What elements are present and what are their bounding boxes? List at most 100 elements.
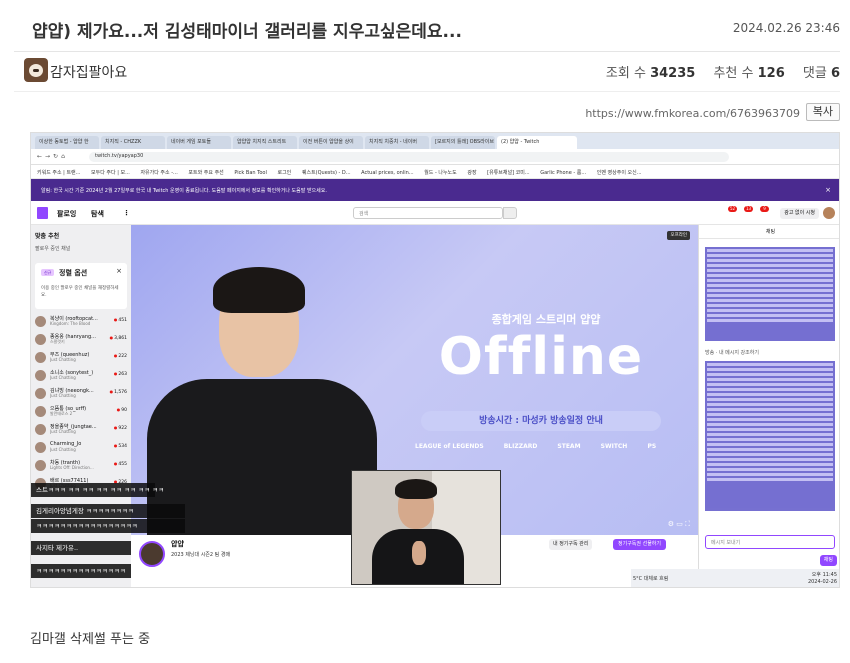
browser-tab-active[interactable]: (2) 얍얍 - Twitch <box>497 136 577 149</box>
notification-badge[interactable]: 13 <box>744 206 753 212</box>
twitch-search-input[interactable]: 검색 <box>353 207 503 219</box>
bookmark-item[interactable]: Garlic Phone - 룸... <box>540 170 586 176</box>
bookmark-item[interactable]: 월드 - 나누노도 <box>424 170 457 176</box>
comments-count: 6 <box>830 66 840 81</box>
channel-game: Just Chatting <box>50 429 76 434</box>
nav-following[interactable]: 팔로잉 <box>57 209 76 219</box>
channel-name[interactable]: 얍얍 <box>171 539 184 549</box>
manage-subscription-button[interactable]: 내 정기구독 관리 <box>549 539 593 550</box>
twitch-topnav: 팔로잉 탐색 ⋮ 검색 52 13 9 광고 없이 시청 <box>31 201 839 225</box>
chat-messages-highlighted <box>705 361 835 511</box>
channel-viewers: 263 <box>114 371 127 377</box>
channel-avatar <box>35 460 46 471</box>
bookmark-item[interactable]: 모두다 주다 | 모... <box>91 170 130 176</box>
channel-game: Lights Off: Direction... <box>50 465 94 470</box>
browser-tab[interactable]: 이전 버튼이 얍얍을 상이 <box>299 136 363 149</box>
user-avatar[interactable] <box>823 207 835 219</box>
sidebar-channel[interactable]: 소니소 (sonytest_)Just Chatting263 <box>35 369 127 383</box>
channel-game: 스팔럿키 <box>50 339 65 344</box>
banner-headline: 종합게임 스트리머 얍얍 <box>491 313 601 326</box>
search-icon[interactable] <box>503 207 517 219</box>
views-label: 조회 수 <box>605 66 646 81</box>
channel-viewers: 90 <box>117 407 127 413</box>
offline-text: Offline <box>438 327 644 387</box>
browser-nav-icons[interactable]: ←→↻⌂ <box>37 153 68 160</box>
sidebar-channel[interactable]: 무즈 (queenhuz)Just Chatting222 <box>35 351 127 365</box>
bookmark-item[interactable]: 키워드 주소 | 트랜... <box>37 170 80 176</box>
schedule-pill: 방송시간 : 마성카 방송일정 안내 <box>421 411 661 431</box>
channel-avatar[interactable] <box>139 541 165 567</box>
lol-logo: LEAGUE of LEGENDS <box>415 443 484 450</box>
channel-game: Just Chatting <box>50 447 76 452</box>
channel-game: Just Chatting <box>50 375 76 380</box>
playstation-logo: PS <box>647 443 657 450</box>
clock-time: 오후 11:45 <box>811 572 837 578</box>
close-icon[interactable]: × <box>116 267 122 275</box>
bookmark-item[interactable]: 광장 <box>467 170 476 176</box>
browser-tab[interactable]: 이상한 동토법 - 얍얍 한 <box>35 136 99 149</box>
sidebar-channel[interactable]: 복냥이 (rooftopcat...Kingdom: The Blood451 <box>35 315 127 329</box>
channel-avatar <box>35 352 46 363</box>
chat-messages-highlighted <box>705 247 835 341</box>
browser-tab[interactable]: 얍얍얍 치지직 스트리트 <box>233 136 297 149</box>
sort-options-title: 정렬 옵션 <box>59 269 88 277</box>
streamer-photo <box>147 267 377 535</box>
bookmark-item[interactable]: [유튜브채널] 코미... <box>487 170 529 176</box>
chat-header: 채팅 <box>699 225 839 239</box>
bookmarks-bar: 키워드 주소 | 트랜... 모두다 주다 | 모... 자유가다 주소 -..… <box>31 165 839 179</box>
system-clock: 오후 11:45 2024-02-26 <box>808 572 837 586</box>
author-name[interactable]: 감자집팔아요 <box>50 62 127 82</box>
channel-avatar <box>35 334 46 345</box>
sort-options-desc: 이용 중인 팔로우 중인 채널을 재정렬하세요. <box>41 286 119 298</box>
browser-url[interactable]: twitch.tv/yapyap30 <box>89 152 729 162</box>
bookmark-item[interactable]: 인벤 영상주이 오신... <box>597 170 642 176</box>
browser-tab[interactable]: 치지직 치중치 - 네이버 <box>365 136 429 149</box>
chat-overlay-line: 사지타 제가유.. <box>31 541 131 555</box>
sidebar-channel[interactable]: 으뜸통 (so_urff)발란태로스 290 <box>35 405 127 419</box>
bookmark-item[interactable]: 로그인 <box>277 170 291 176</box>
notice-text: 알림: 한국 시간 기준 2024년 2월 27일부로 한국 내 Twitch … <box>41 188 327 194</box>
browser-tab[interactable]: 네이버 게임 포토들 <box>167 136 231 149</box>
sort-options-card[interactable]: 신규 정렬 옵션 × 이용 중인 팔로우 중인 채널을 재정렬하세요. <box>35 263 127 309</box>
twitch-notice-banner: 알림: 한국 시간 기준 2024년 2월 27일부로 한국 내 Twitch … <box>31 179 839 201</box>
post-stats: 조회 수 34235 추천 수 126 댓글 6 <box>606 62 840 81</box>
sidebar-channel[interactable]: 정을종약_(jungtae...Just Chatting922 <box>35 423 127 437</box>
notification-badge[interactable]: 9 <box>760 206 769 212</box>
channel-viewers: 1,576 <box>110 389 127 395</box>
bookmark-item[interactable]: Actual prices, onlin... <box>361 170 413 176</box>
notification-badge[interactable]: 52 <box>728 206 737 212</box>
sidebar-channel[interactable]: 종옹옹 (hanryang...스팔럿키3,861 <box>35 333 127 347</box>
sidebar-channel[interactable]: Charming_JoJust Chatting534 <box>35 441 127 455</box>
bookmark-item[interactable]: 퀘스트(Quests) - D... <box>302 170 351 176</box>
sidebar-channel[interactable]: 김냐빙 (neeongk...Just Chatting1,576 <box>35 387 127 401</box>
ad-free-button[interactable]: 광고 없이 시청 <box>780 208 819 219</box>
chat-overlay-line: 스트ㅋㅋㅋ ㅋㅋ ㅋㅋ ㅋㅋ ㅋㅋ ㅋㅋ ㅋㅋ ㅋㅋ <box>31 483 164 497</box>
avatar[interactable] <box>24 58 48 82</box>
player-controls[interactable]: ⚙ ▭ ⛶ <box>668 520 690 529</box>
channel-avatar <box>35 370 46 381</box>
chat-input[interactable]: 메시지 보내기 <box>705 535 835 549</box>
browser-tab[interactable]: [모르지의 틀래] OBS라이브 <box>431 136 495 149</box>
channel-viewers: 922 <box>114 425 127 431</box>
bookmark-item[interactable]: Pick Ban Tool <box>234 170 267 176</box>
copy-url-button[interactable]: 복사 <box>805 103 840 121</box>
twitch-logo-icon[interactable] <box>37 207 48 219</box>
post-url[interactable]: https://www.fmkorea.com/6763963709 <box>585 107 800 120</box>
browser-tab[interactable]: 치지직 - CHZZK <box>101 136 165 149</box>
close-icon[interactable]: × <box>825 186 831 194</box>
blizzard-logo: BLIZZARD <box>503 443 538 450</box>
channel-avatar <box>35 388 46 399</box>
more-icon[interactable]: ⋮ <box>123 209 130 217</box>
weather-widget[interactable]: 5°C 대체로 흐림 <box>633 575 668 582</box>
bookmark-item[interactable]: 자유가다 주소 -... <box>140 170 177 176</box>
channel-avatar <box>35 424 46 435</box>
gift-sub-button[interactable]: 정기구독권 선물하기 <box>613 539 666 550</box>
post-title[interactable]: 얍얍) 제가요...저 김성태마이너 갤러리를 지우고싶은데요... <box>32 17 462 42</box>
sidebar-channel[interactable]: 차동 (tranth)Lights Off: Direction...455 <box>35 459 127 473</box>
author-row: 감자집팔아요 조회 수 34235 추천 수 126 댓글 6 <box>14 52 840 92</box>
channel-avatar <box>35 442 46 453</box>
url-row: https://www.fmkorea.com/6763963709 복사 <box>14 92 840 132</box>
bookmark-item[interactable]: 포트와 주요 주선 <box>188 170 223 176</box>
nav-browse[interactable]: 탐색 <box>91 209 104 219</box>
chat-send-button[interactable]: 채팅 <box>819 555 837 566</box>
